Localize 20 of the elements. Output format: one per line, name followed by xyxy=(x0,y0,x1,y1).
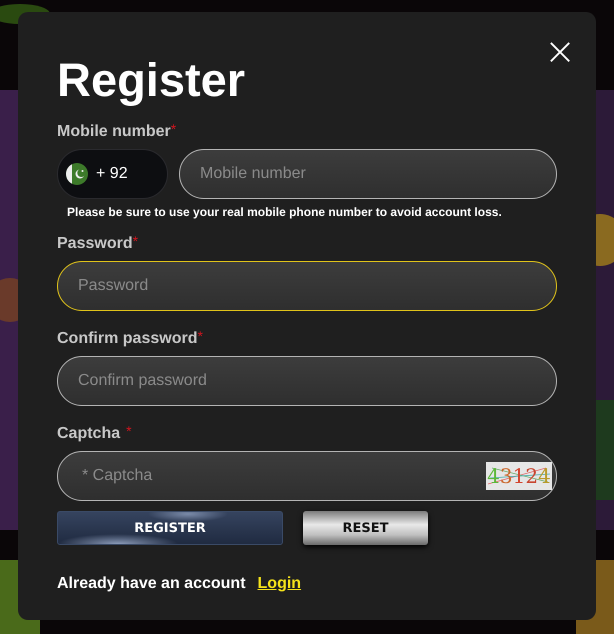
password-field[interactable]: Password xyxy=(57,261,557,311)
reset-button[interactable]: RESET xyxy=(303,511,428,545)
footer-text: Already have an account xyxy=(57,575,246,593)
register-button[interactable]: REGISTER xyxy=(57,511,283,545)
required-mark: * xyxy=(132,234,138,248)
dialog-title: Register xyxy=(57,52,246,108)
flag-icon xyxy=(66,163,88,185)
mobile-number-field[interactable]: Mobile number xyxy=(179,149,557,199)
password-field[interactable]: Confirm password xyxy=(57,356,557,406)
close-button[interactable]: × xyxy=(540,32,580,70)
required-mark: * xyxy=(197,329,203,343)
field-label: Confirm password xyxy=(57,329,198,349)
required-mark: * xyxy=(170,122,176,136)
field-label: Captcha xyxy=(57,424,120,444)
country-code-select[interactable]: + 92 xyxy=(57,149,168,199)
login-link[interactable]: Login xyxy=(258,575,302,593)
hint-text: Please be sure to use your real mobile phone number to avoid account loss. xyxy=(67,205,503,219)
field-label: Password xyxy=(57,234,133,254)
required-mark: * xyxy=(126,424,132,438)
field-label: Mobile number xyxy=(57,122,171,142)
